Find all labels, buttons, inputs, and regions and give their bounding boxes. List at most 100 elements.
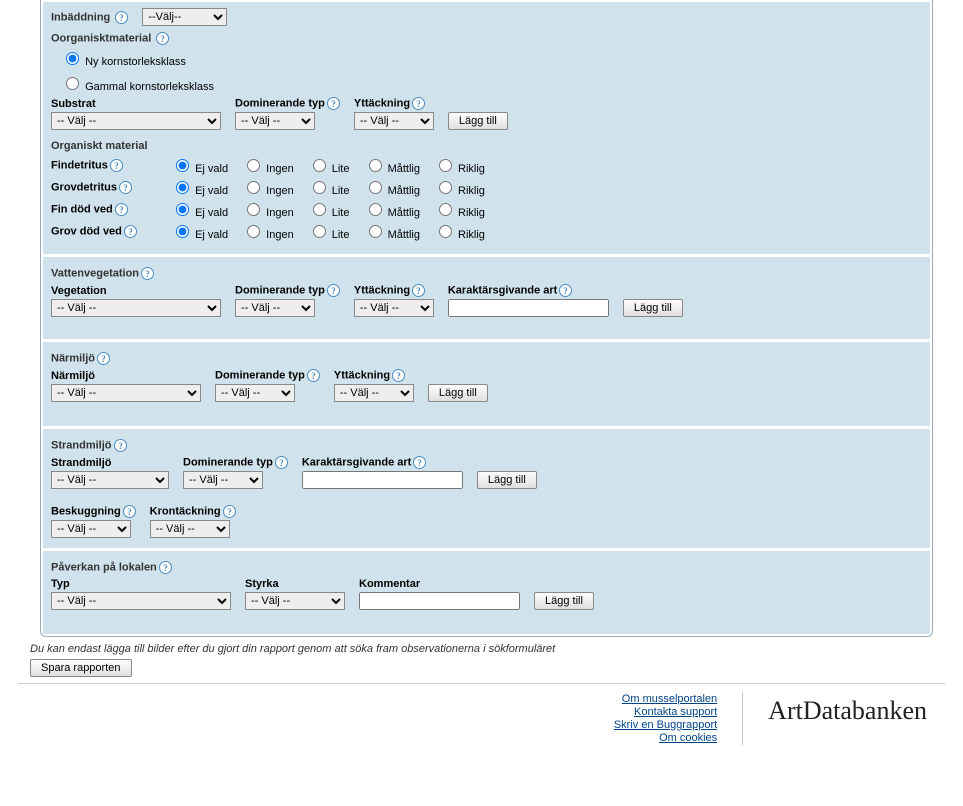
inbaddning-label: Inbäddning (51, 11, 110, 23)
svg-text:?: ? (331, 286, 336, 296)
section-strand: Strandmiljö? Strandmiljö -- Välj -- Domi… (43, 429, 930, 548)
svg-text:?: ? (127, 507, 132, 517)
help-icon[interactable]: ? (97, 352, 110, 365)
svg-text:?: ? (418, 458, 423, 468)
footer-link[interactable]: Om cookies (614, 732, 717, 744)
svg-text:?: ? (416, 99, 421, 109)
kommentar-input[interactable] (359, 592, 520, 610)
help-icon[interactable]: ? (119, 181, 132, 194)
help-icon[interactable]: ? (123, 505, 136, 518)
help-icon[interactable]: ? (141, 267, 154, 280)
add-button[interactable] (477, 471, 537, 489)
footer-link[interactable]: Kontakta support (614, 706, 717, 718)
beskuggning-select[interactable]: -- Välj -- (51, 520, 131, 538)
svg-text:?: ? (396, 371, 401, 381)
radio-new-korn[interactable] (66, 52, 79, 65)
oorganiskt-header: Oorganisktmaterial (51, 32, 151, 44)
svg-text:?: ? (101, 354, 106, 364)
domtyp-select[interactable]: -- Välj -- (183, 471, 263, 489)
domtyp-select[interactable]: -- Välj -- (215, 384, 295, 402)
svg-text:?: ? (311, 371, 316, 381)
radio-option[interactable] (369, 225, 382, 238)
radio-option[interactable] (313, 159, 326, 172)
radio-option[interactable] (313, 181, 326, 194)
radio-option[interactable] (369, 181, 382, 194)
radio-option[interactable] (247, 225, 260, 238)
help-icon[interactable]: ? (156, 32, 169, 45)
radio-option[interactable] (247, 181, 260, 194)
strand-select[interactable]: -- Välj -- (51, 471, 169, 489)
radio-option[interactable] (176, 225, 189, 238)
help-icon[interactable]: ? (559, 284, 572, 297)
help-icon[interactable]: ? (124, 225, 137, 238)
help-icon[interactable]: ? (327, 284, 340, 297)
radio-option[interactable] (313, 225, 326, 238)
yttackning-select[interactable]: -- Välj -- (354, 299, 434, 317)
save-report-button[interactable] (30, 659, 132, 677)
add-button[interactable] (448, 112, 508, 130)
image-note: Du kan endast lägga till bilder efter du… (30, 643, 963, 655)
radio-option[interactable] (439, 203, 452, 216)
domtyp-select[interactable]: -- Välj -- (235, 299, 315, 317)
add-button[interactable] (428, 384, 488, 402)
radio-option[interactable] (439, 225, 452, 238)
radio-option[interactable] (247, 203, 260, 216)
add-button[interactable] (534, 592, 594, 610)
inbaddning-select[interactable]: --Välj-- (142, 8, 227, 26)
karaktar-input[interactable] (448, 299, 609, 317)
help-icon[interactable]: ? (307, 369, 320, 382)
radio-option[interactable] (176, 181, 189, 194)
help-icon[interactable]: ? (110, 159, 123, 172)
svg-text:?: ? (118, 441, 123, 451)
radio-old-korn[interactable] (66, 77, 79, 90)
radio-option[interactable] (247, 159, 260, 172)
svg-text:?: ? (114, 161, 119, 171)
svg-text:?: ? (331, 99, 336, 109)
help-icon[interactable]: ? (327, 97, 340, 110)
footer-link[interactable]: Om musselportalen (614, 693, 717, 705)
svg-text:?: ? (161, 34, 166, 44)
svg-text:?: ? (123, 183, 128, 193)
section-paverkan: Påverkan på lokalen? Typ -- Välj -- Styr… (43, 551, 930, 634)
svg-text:?: ? (227, 507, 232, 517)
radio-option[interactable] (176, 203, 189, 216)
svg-text:?: ? (119, 205, 124, 215)
help-icon[interactable]: ? (413, 456, 426, 469)
svg-text:?: ? (416, 286, 421, 296)
styrka-select[interactable]: -- Välj -- (245, 592, 345, 610)
radio-option[interactable] (439, 159, 452, 172)
radio-option[interactable] (176, 159, 189, 172)
svg-text:?: ? (564, 286, 569, 296)
domtyp-select[interactable]: -- Välj -- (235, 112, 315, 130)
radio-option[interactable] (369, 203, 382, 216)
brand-logo: ArtDatabanken (743, 692, 945, 745)
help-icon[interactable]: ? (392, 369, 405, 382)
help-icon[interactable]: ? (115, 11, 128, 24)
footer-links: Om musselportalen Kontakta support Skriv… (614, 692, 743, 745)
svg-text:?: ? (279, 458, 284, 468)
help-icon[interactable]: ? (275, 456, 288, 469)
help-icon[interactable]: ? (412, 284, 425, 297)
help-icon[interactable]: ? (114, 439, 127, 452)
typ-select[interactable]: -- Välj -- (51, 592, 231, 610)
radio-option[interactable] (369, 159, 382, 172)
narmiljo-select[interactable]: -- Välj -- (51, 384, 201, 402)
footer-link[interactable]: Skriv en Buggrapport (614, 719, 717, 731)
section-vatten: Vattenvegetation? Vegetation -- Välj -- … (43, 257, 930, 339)
section-narmiljo: Närmiljö? Närmiljö -- Välj -- Dominerand… (43, 342, 930, 426)
help-icon[interactable]: ? (223, 505, 236, 518)
yttackning-select[interactable]: -- Välj -- (354, 112, 434, 130)
help-icon[interactable]: ? (115, 203, 128, 216)
yttackning-select[interactable]: -- Välj -- (334, 384, 414, 402)
krontackning-select[interactable]: -- Välj -- (150, 520, 230, 538)
karaktar-input[interactable] (302, 471, 463, 489)
substrat-select[interactable]: -- Välj -- (51, 112, 221, 130)
kornstorlek-radios: Ny kornstorleksklass Gammal kornstorleks… (61, 49, 922, 93)
radio-option[interactable] (439, 181, 452, 194)
svg-text:?: ? (128, 227, 133, 237)
help-icon[interactable]: ? (159, 561, 172, 574)
radio-option[interactable] (313, 203, 326, 216)
add-button[interactable] (623, 299, 683, 317)
help-icon[interactable]: ? (412, 97, 425, 110)
vegetation-select[interactable]: -- Välj -- (51, 299, 221, 317)
